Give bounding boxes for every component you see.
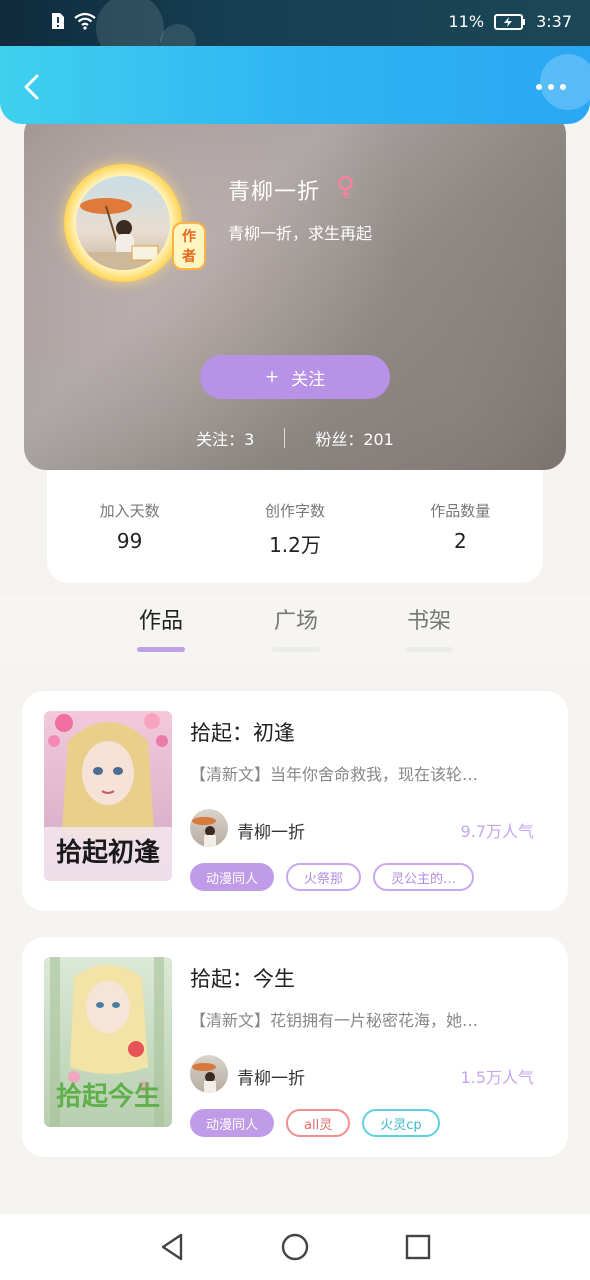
avatar-image bbox=[76, 176, 170, 270]
stat-value: 2 bbox=[453, 529, 467, 553]
book-tags: 动漫同人 火祭那 灵公主的… bbox=[190, 863, 475, 891]
tab-bar: 作品 广场 书架 bbox=[0, 595, 590, 665]
author-mini-avatar bbox=[190, 1055, 228, 1093]
follow-button[interactable]: + 关注 bbox=[200, 355, 390, 399]
triangle-back-icon bbox=[161, 1233, 182, 1261]
chevron-left-icon bbox=[24, 74, 39, 100]
more-icon-dot bbox=[560, 84, 566, 90]
stats-card: 加入天数 99 创作字数 1.2万 作品数量 2 bbox=[47, 470, 543, 583]
book-tags: 动漫同人 all灵 火灵cp bbox=[190, 1109, 440, 1137]
following-count[interactable]: 关注：3 bbox=[196, 426, 254, 450]
battery-charging-icon bbox=[494, 13, 526, 30]
status-bar: 11% 3:37 bbox=[0, 0, 590, 62]
tab-works[interactable]: 作品 bbox=[121, 603, 201, 652]
tab-indicator bbox=[272, 647, 320, 652]
user-bio: 青柳一折，求生再起 bbox=[228, 224, 373, 243]
tag[interactable]: 动漫同人 bbox=[190, 1109, 275, 1137]
book-title: 拾起：今生 bbox=[190, 967, 295, 991]
book-title: 拾起：初逢 bbox=[190, 721, 295, 745]
stat-word-count: 创作字数 1.2万 bbox=[225, 500, 365, 583]
nav-home-button[interactable] bbox=[275, 1227, 315, 1267]
tag[interactable]: 灵公主的… bbox=[373, 863, 475, 891]
tab-bookshelf[interactable]: 书架 bbox=[389, 603, 469, 652]
author-badge: 作者 bbox=[172, 222, 206, 270]
book-author: 青柳一折 bbox=[237, 1069, 305, 1089]
circle-home-icon bbox=[281, 1233, 309, 1261]
book-author: 青柳一折 bbox=[237, 823, 305, 843]
book-description: 【清新文】花钥拥有一片秘密花海，她… bbox=[190, 1011, 479, 1030]
stat-value: 1.2万 bbox=[269, 533, 321, 557]
stat-value: 99 bbox=[116, 529, 143, 553]
cover-title: 拾起今生 bbox=[56, 1081, 160, 1112]
app-header bbox=[0, 46, 590, 124]
stat-label: 创作字数 bbox=[264, 502, 325, 520]
followers-count[interactable]: 粉丝：201 bbox=[315, 426, 394, 450]
clock: 3:37 bbox=[536, 12, 572, 31]
tag[interactable]: 动漫同人 bbox=[190, 863, 275, 891]
back-button[interactable] bbox=[18, 72, 48, 102]
profile-card: 作者 青柳一折 ♀ 青柳一折，求生再起 + 关注 关注：3 粉丝：201 bbox=[24, 112, 566, 470]
book-description: 【清新文】当年你舍命救我，现在该轮… bbox=[190, 765, 479, 784]
tag[interactable]: 火灵cp bbox=[362, 1109, 440, 1137]
book-popularity: 1.5万人气 bbox=[460, 1068, 534, 1087]
tab-plaza[interactable]: 广场 bbox=[256, 603, 336, 652]
tab-label: 广场 bbox=[273, 609, 318, 634]
book-popularity: 9.7万人气 bbox=[460, 822, 534, 841]
author-mini-avatar bbox=[190, 809, 228, 847]
book-card[interactable]: 拾起初逢 拾起：初逢 【清新文】当年你舍命救我，现在该轮… 青柳一折 9.7万人… bbox=[22, 691, 568, 911]
square-recent-icon bbox=[406, 1234, 431, 1260]
tab-indicator bbox=[137, 647, 185, 652]
tag[interactable]: 火祭那 bbox=[286, 863, 362, 891]
stat-works-count: 作品数量 2 bbox=[390, 500, 530, 583]
book-cover: 拾起今生 bbox=[44, 957, 172, 1127]
author-avatar[interactable]: 作者 bbox=[64, 164, 206, 282]
plus-icon: + bbox=[264, 367, 280, 387]
user-name: 青柳一折 bbox=[228, 180, 321, 205]
follow-stats: 关注：3 粉丝：201 bbox=[24, 426, 566, 450]
nav-back-button[interactable] bbox=[152, 1227, 192, 1267]
book-cover: 拾起初逢 bbox=[44, 711, 172, 881]
sim-alert-icon bbox=[52, 13, 64, 29]
stat-label: 作品数量 bbox=[430, 502, 491, 520]
battery-percent: 11% bbox=[448, 12, 485, 31]
wifi-icon bbox=[74, 12, 96, 30]
more-icon bbox=[536, 84, 542, 90]
nav-recent-button[interactable] bbox=[398, 1227, 438, 1267]
tab-label: 书架 bbox=[406, 609, 451, 634]
more-button[interactable] bbox=[536, 84, 566, 90]
cover-title: 拾起初逢 bbox=[56, 837, 160, 868]
stat-label: 加入天数 bbox=[99, 502, 160, 520]
divider bbox=[284, 428, 286, 448]
tag[interactable]: all灵 bbox=[286, 1109, 351, 1137]
tab-label: 作品 bbox=[138, 609, 183, 634]
book-card[interactable]: 拾起今生 拾起：今生 【清新文】花钥拥有一片秘密花海，她… 青柳一折 1.5万人… bbox=[22, 937, 568, 1157]
system-nav-bar bbox=[0, 1214, 590, 1280]
more-icon-dot bbox=[548, 84, 554, 90]
female-icon: ♀ bbox=[336, 172, 356, 202]
decor-bubble bbox=[540, 54, 590, 110]
tab-indicator bbox=[405, 647, 453, 652]
stat-join-days: 加入天数 99 bbox=[60, 500, 200, 583]
follow-label: 关注 bbox=[291, 369, 326, 390]
